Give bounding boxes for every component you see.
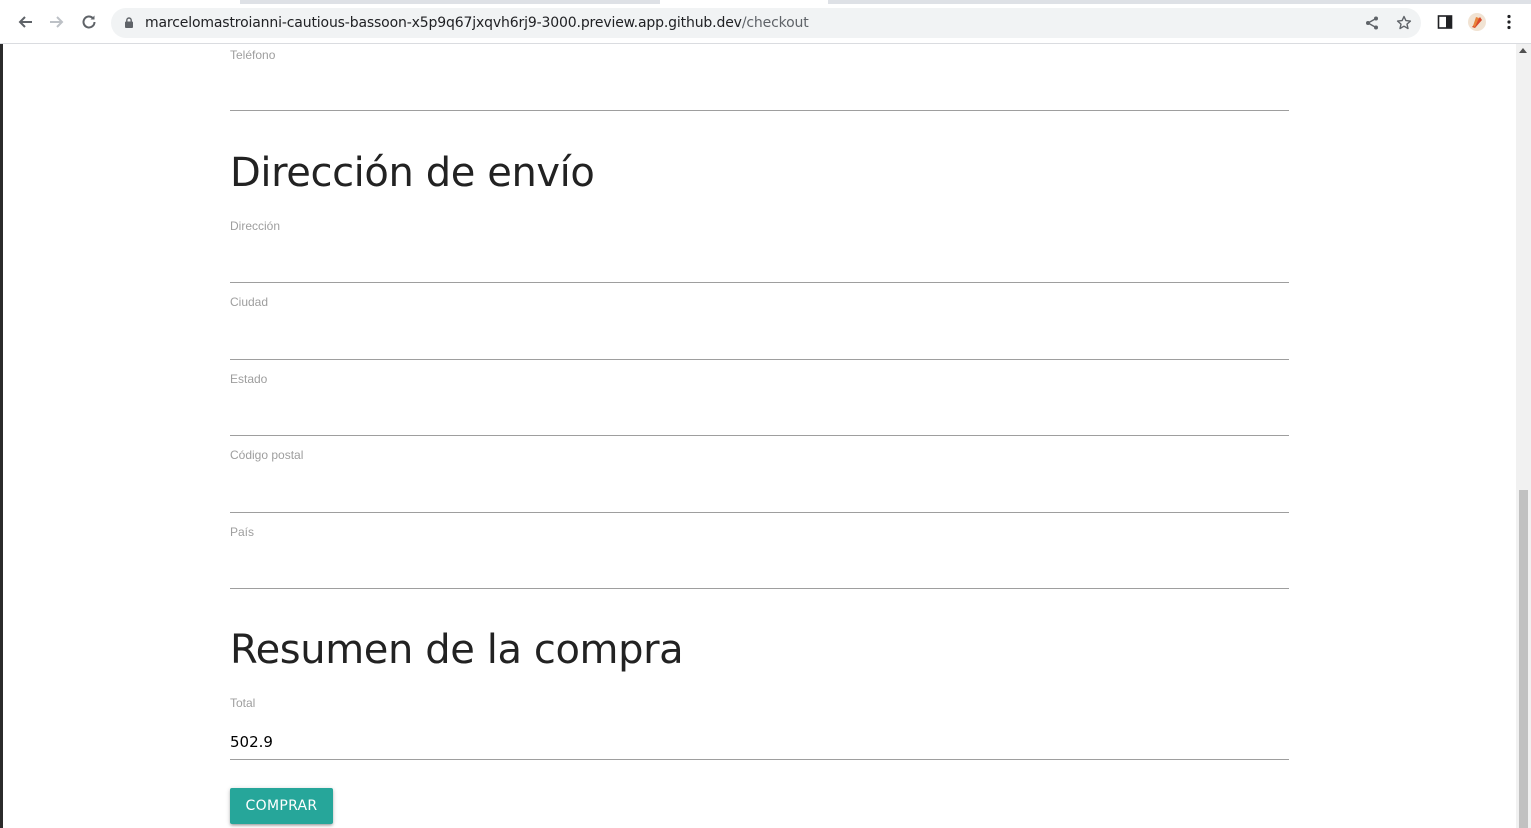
share-icon <box>1366 16 1378 30</box>
reload-button[interactable] <box>77 10 101 34</box>
summary-title: Resumen de la compra <box>230 627 684 673</box>
direccion-input[interactable] <box>230 252 1289 278</box>
lock-icon[interactable] <box>125 17 133 28</box>
url-path: /checkout <box>741 15 809 31</box>
window-edge <box>0 44 3 828</box>
tab-strip <box>828 0 1531 4</box>
scrollbar-thumb[interactable] <box>1519 490 1528 828</box>
telefono-label: Teléfono <box>230 48 276 62</box>
bookmark-button[interactable] <box>1395 14 1413 32</box>
reload-icon <box>82 15 96 29</box>
ciudad-input[interactable] <box>230 329 1289 355</box>
telefono-field: Teléfono <box>230 44 1289 111</box>
back-button[interactable] <box>13 10 37 34</box>
address-bar[interactable]: marcelomastroianni-cautious-bassoon-x5p9… <box>111 8 1421 38</box>
estado-label: Estado <box>230 372 268 386</box>
shipping-title: Dirección de envío <box>230 150 595 196</box>
pais-label: País <box>230 525 255 539</box>
codigo-postal-input[interactable] <box>230 482 1289 508</box>
forward-button[interactable] <box>45 10 69 34</box>
url-text[interactable]: marcelomastroianni-cautious-bassoon-x5p9… <box>145 15 809 31</box>
share-button[interactable] <box>1363 14 1381 32</box>
pais-input[interactable] <box>230 558 1289 584</box>
url-host: marcelomastroianni-cautious-bassoon-x5p9… <box>145 15 742 31</box>
total-label: Total <box>230 696 256 710</box>
arrow-left-icon <box>18 16 32 28</box>
side-panel-button[interactable] <box>1435 12 1455 32</box>
scroll-up-arrow[interactable] <box>1519 48 1527 53</box>
estado-field: Estado <box>230 372 1289 436</box>
star-icon <box>1396 15 1412 30</box>
direccion-label: Dirección <box>230 219 281 233</box>
pais-field: País <box>230 525 1289 589</box>
telefono-input[interactable] <box>230 80 1289 106</box>
direccion-field: Dirección <box>230 219 1289 283</box>
estado-input[interactable] <box>230 405 1289 431</box>
extension-icon <box>1468 13 1486 31</box>
side-panel-icon <box>1437 15 1453 29</box>
total-input[interactable] <box>230 729 1289 755</box>
browser-menu-button[interactable] <box>1499 12 1519 32</box>
comprar-button[interactable]: COMPRAR <box>230 788 333 824</box>
kebab-menu-icon <box>1507 14 1511 30</box>
tab-strip <box>240 0 660 4</box>
ciudad-field: Ciudad <box>230 295 1289 360</box>
codigo-postal-label: Código postal <box>230 448 304 462</box>
extension-button[interactable] <box>1467 12 1487 32</box>
ciudad-label: Ciudad <box>230 295 269 309</box>
browser-toolbar: marcelomastroianni-cautious-bassoon-x5p9… <box>0 0 1531 44</box>
arrow-right-icon <box>50 16 64 28</box>
codigo-postal-field: Código postal <box>230 448 1289 513</box>
total-field: Total <box>230 696 1289 760</box>
